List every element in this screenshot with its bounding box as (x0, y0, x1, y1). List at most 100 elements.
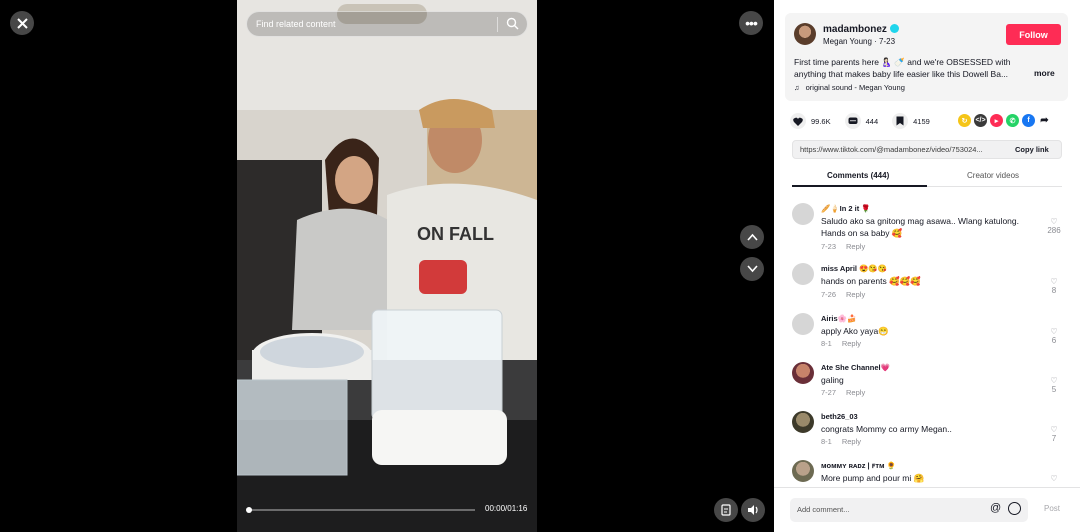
comment-composer: Add comment... @ Post (774, 487, 1080, 532)
comment-author[interactable]: Airis🌸🍰 (821, 314, 856, 323)
progress-handle[interactable] (246, 507, 252, 513)
comment-date: 8-1 (821, 437, 832, 446)
comment-date: 8-1 (821, 339, 832, 348)
comment-item: beth26_03 congrats Mommy co army Megan..… (792, 408, 1072, 454)
post-button[interactable]: Post (1044, 504, 1060, 513)
sound-link[interactable]: ♫ original sound - Megan Young (794, 83, 905, 92)
send-icon[interactable]: ▸ (990, 114, 1003, 127)
time-display: 00:00/01:16 (485, 504, 528, 513)
comment-like[interactable]: ♡ 5 (1043, 376, 1065, 394)
comment-date: 7-23 (821, 242, 837, 251)
reply-button[interactable]: Reply (842, 339, 861, 348)
comment-like[interactable]: ♡ 286 (1043, 217, 1065, 235)
heart-icon (790, 113, 806, 129)
reply-button[interactable]: Reply (846, 388, 865, 397)
comment-like-count: 5 (1051, 385, 1057, 394)
heart-outline-icon: ♡ (1050, 327, 1058, 336)
chevron-down-icon[interactable] (740, 257, 764, 281)
chevron-up-icon[interactable] (740, 225, 764, 249)
search-icon[interactable] (506, 17, 519, 32)
comment-like-count: 8 (1051, 286, 1057, 295)
avatar[interactable] (792, 263, 814, 285)
comment-like[interactable]: ♡ (1043, 474, 1065, 483)
comment-input[interactable]: Add comment... @ (790, 498, 1028, 522)
search-input[interactable]: Find related content (246, 11, 528, 37)
share-icons: ↻ </> ▸ ✆ f ➦ (958, 114, 1051, 127)
avatar[interactable] (794, 23, 816, 45)
comment-item: Airis🌸🍰 apply Ako yaya😁 8-1 Reply ♡ 6 (792, 310, 1072, 356)
emoji-icon[interactable] (1008, 502, 1021, 515)
comment-meta: 7-23 Reply (821, 242, 875, 251)
comment-icon (844, 113, 861, 129)
avatar[interactable] (792, 313, 814, 335)
username-text: madambonez (823, 24, 887, 35)
comment-like-count: 7 (1051, 434, 1057, 443)
author-subline: Megan Young · 7-23 (823, 37, 896, 46)
reply-button[interactable]: Reply (846, 290, 865, 299)
video-frame[interactable]: ON FALL Find related content 00:00/01:16 (237, 0, 537, 532)
copy-link-button[interactable]: Copy link (1015, 145, 1049, 154)
comment-text: More pump and pour mi 🤗 (821, 473, 925, 483)
comment-text: hands on parents 🥰🥰🥰 (821, 276, 921, 286)
caption-icon[interactable] (714, 498, 738, 522)
facebook-icon[interactable]: f (1022, 114, 1035, 127)
repost-icon[interactable]: ↻ (958, 114, 971, 127)
heart-outline-icon: ♡ (1050, 425, 1058, 434)
tab-comments[interactable]: Comments (444) (827, 171, 889, 180)
comment-like[interactable]: ♡ 6 (1043, 327, 1065, 345)
more-icon[interactable]: ••• (739, 11, 763, 35)
bookmark-icon (892, 113, 909, 129)
comment-like[interactable]: ♡ 7 (1043, 425, 1065, 443)
comment-like-count: 6 (1051, 336, 1057, 345)
like-count: 99.6K (811, 116, 831, 126)
reply-button[interactable]: Reply (842, 437, 861, 446)
comment-author[interactable]: 🥖🍦In 2 it 🌹 (821, 204, 871, 213)
action-bar: 99.6K 444 4159 (790, 112, 944, 130)
comment-author[interactable]: ᴍᴏᴍᴍʏ ʀᴀᴅᴢ | ꜰᴛᴍ 🌻 (821, 461, 896, 470)
heart-outline-icon: ♡ (1050, 474, 1058, 483)
follow-button[interactable]: Follow (1006, 24, 1061, 45)
comment-text: apply Ako yaya😁 (821, 326, 889, 336)
tiktok-video-page: ON FALL Find related content 00:00/01:16… (0, 0, 1080, 532)
share-arrow-icon[interactable]: ➦ (1038, 114, 1051, 127)
verified-icon (889, 24, 899, 33)
comment-author[interactable]: beth26_03 (821, 412, 858, 421)
svg-text:ON FALL: ON FALL (417, 224, 494, 244)
whatsapp-icon[interactable]: ✆ (1006, 114, 1019, 127)
avatar[interactable] (792, 411, 814, 433)
comment-like[interactable]: ♡ 8 (1043, 277, 1065, 295)
comment-meta: 7-26 Reply (821, 290, 875, 299)
like-button[interactable]: 99.6K (790, 113, 831, 129)
username[interactable]: madambonez (823, 24, 899, 35)
comment-button[interactable]: 444 (844, 113, 879, 129)
search-divider (497, 17, 498, 32)
comment-item: ᴍᴏᴍᴍʏ ʀᴀᴅᴢ | ꜰᴛᴍ 🌻 More pump and pour mi… (792, 457, 1072, 484)
details-panel: madambonez Megan Young · 7-23 Follow Fir… (774, 0, 1080, 532)
comment-item: 🥖🍦In 2 it 🌹 Saludo ako sa gnitong mag as… (792, 200, 1072, 256)
reply-button[interactable]: Reply (846, 242, 865, 251)
avatar[interactable] (792, 460, 814, 482)
tab-creator-videos[interactable]: Creator videos (967, 171, 1019, 180)
comment-meta: 7-27 Reply (821, 388, 875, 397)
heart-outline-icon: ♡ (1050, 277, 1058, 286)
video-player-area: ON FALL Find related content 00:00/01:16… (0, 0, 774, 532)
progress-bar[interactable] (247, 509, 475, 511)
embed-icon[interactable]: </> (974, 114, 987, 127)
mention-icon[interactable]: @ (990, 502, 1001, 514)
more-link[interactable]: more (1034, 68, 1055, 78)
comment-date: 7-27 (821, 388, 837, 397)
avatar[interactable] (792, 362, 814, 384)
heart-outline-icon: ♡ (1050, 376, 1058, 385)
avatar[interactable] (792, 203, 814, 225)
comment-item: miss April 😍😘😘 hands on parents 🥰🥰🥰 7-26… (792, 260, 1072, 306)
active-tab-indicator (792, 185, 927, 187)
close-icon[interactable] (10, 11, 34, 35)
post-info-card: madambonez Megan Young · 7-23 Follow Fir… (785, 13, 1068, 101)
comment-input-placeholder: Add comment... (797, 505, 850, 514)
comment-count: 444 (865, 116, 879, 126)
comment-author[interactable]: Ate She Channel💗 (821, 363, 890, 372)
save-button[interactable]: 4159 (892, 113, 930, 129)
volume-icon[interactable] (741, 498, 765, 522)
comment-date: 7-26 (821, 290, 837, 299)
comment-author[interactable]: miss April 😍😘😘 (821, 264, 887, 273)
